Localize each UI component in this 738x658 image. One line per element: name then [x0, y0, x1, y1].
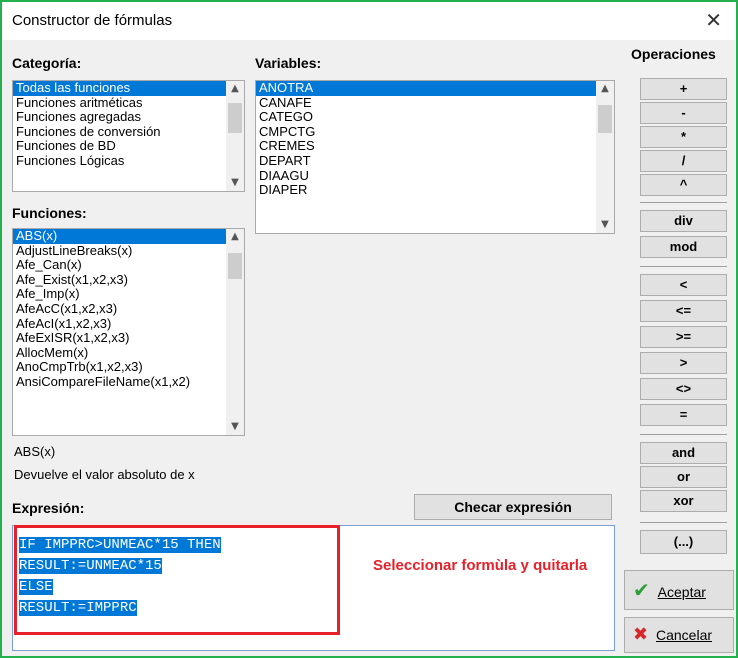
- annotation-highlight-box: [14, 525, 340, 635]
- function-signature: ABS(x): [14, 444, 56, 459]
- function-description: Devuelve el valor absoluto de x: [14, 467, 195, 482]
- accept-label: Aceptar: [657, 584, 706, 600]
- categoria-list-item[interactable]: Todas las funciones: [13, 81, 244, 96]
- funciones-list-item[interactable]: AdjustLineBreaks(x): [13, 243, 244, 259]
- categoria-label: Categoría:: [12, 55, 82, 71]
- cancel-button[interactable]: ✖ Cancelar: [624, 617, 734, 653]
- scroll-up-icon[interactable]: ▲: [226, 81, 244, 97]
- scroll-up-icon[interactable]: ▲: [596, 81, 614, 97]
- funciones-list-item[interactable]: AfeAcC(x1,x2,x3): [13, 301, 244, 317]
- categoria-list-item[interactable]: Funciones agregadas: [13, 110, 244, 125]
- operator-button[interactable]: >=: [640, 326, 727, 348]
- operator-button[interactable]: div: [640, 210, 727, 232]
- variables-list-item[interactable]: CATEGO: [256, 110, 614, 125]
- variables-list-item[interactable]: DEPART: [256, 153, 614, 169]
- operator-button[interactable]: =: [640, 404, 727, 426]
- funciones-label: Funciones:: [12, 205, 87, 221]
- variables-list-item[interactable]: CANAFE: [256, 95, 614, 111]
- variables-list-item[interactable]: ANOTRA: [256, 81, 614, 96]
- operations-separator: [640, 202, 727, 203]
- funciones-list-item[interactable]: AnsiCompareFileName(x1,x2): [13, 374, 244, 390]
- funciones-list-item[interactable]: AllocMem(x): [13, 345, 244, 361]
- operator-button[interactable]: <: [640, 274, 727, 296]
- variables-scrollbar[interactable]: ▲ ▼: [596, 81, 614, 233]
- expresion-label: Expresión:: [12, 500, 85, 516]
- operations-separator: [640, 522, 727, 523]
- operator-button[interactable]: <=: [640, 300, 727, 322]
- operator-button[interactable]: *: [640, 126, 727, 148]
- operator-button[interactable]: /: [640, 150, 727, 172]
- scroll-down-icon[interactable]: ▼: [596, 217, 614, 233]
- operator-button[interactable]: ^: [640, 174, 727, 196]
- operator-button[interactable]: <>: [640, 378, 727, 400]
- categoria-list-item[interactable]: Funciones de BD: [13, 139, 244, 154]
- cancel-icon: ✖: [633, 624, 649, 645]
- scroll-down-icon[interactable]: ▼: [226, 175, 244, 191]
- categoria-listbox[interactable]: Todas las funciones Funciones aritméticas…: [12, 80, 245, 192]
- funciones-list-item[interactable]: Afe_Imp(x): [13, 287, 244, 302]
- annotation-text: Seleccionar formùla y quitarla: [373, 557, 588, 574]
- funciones-list-item[interactable]: AfeExISR(x1,x2,x3): [13, 331, 244, 346]
- funciones-listbox[interactable]: ABS(x) AdjustLineBreaks(x) Afe_Can(x) Afe_E…: [12, 228, 245, 436]
- operator-button[interactable]: -: [640, 102, 727, 124]
- operator-button[interactable]: xor: [640, 490, 727, 512]
- operator-button[interactable]: mod: [640, 236, 727, 258]
- scroll-down-icon[interactable]: ▼: [226, 419, 244, 435]
- variables-list-item[interactable]: CMPCTG: [256, 124, 614, 140]
- scroll-up-icon[interactable]: ▲: [226, 229, 244, 245]
- operaciones-label: Operaciones: [631, 46, 716, 62]
- categoria-scrollbar[interactable]: ▲ ▼: [226, 81, 244, 191]
- funciones-list-item[interactable]: ABS(x): [13, 229, 244, 244]
- funciones-scrollbar[interactable]: ▲ ▼: [226, 229, 244, 435]
- scroll-thumb[interactable]: [228, 253, 242, 279]
- operator-button[interactable]: +: [640, 78, 727, 100]
- scroll-thumb[interactable]: [228, 103, 242, 133]
- funciones-list-item[interactable]: AfeAcI(x1,x2,x3): [13, 316, 244, 332]
- cancel-label: Cancelar: [655, 627, 713, 643]
- funciones-list-item[interactable]: Afe_Can(x): [13, 258, 244, 273]
- title-bar: Constructor de fórmulas ✕: [2, 2, 736, 40]
- variables-list-item[interactable]: CREMES: [256, 139, 614, 154]
- accept-button[interactable]: ✔ Aceptar: [624, 570, 734, 610]
- operator-button[interactable]: (...): [640, 530, 727, 554]
- categoria-list-item[interactable]: Funciones de conversión: [13, 124, 244, 140]
- check-icon: ✔: [633, 578, 650, 602]
- formula-builder-window: Constructor de fórmulas ✕ Categoría: Tod…: [0, 0, 738, 658]
- check-expression-button[interactable]: Checar expresión: [414, 494, 612, 520]
- variables-list-item[interactable]: DIAPER: [256, 183, 614, 198]
- funciones-list-item[interactable]: Afe_Exist(x1,x2,x3): [13, 272, 244, 288]
- scroll-thumb[interactable]: [598, 105, 612, 133]
- operations-separator: [640, 266, 727, 267]
- variables-label: Variables:: [255, 55, 322, 71]
- operations-separator: [640, 434, 727, 435]
- categoria-list-item[interactable]: Funciones aritméticas: [13, 95, 244, 111]
- window-title: Constructor de fórmulas: [12, 12, 173, 29]
- variables-listbox[interactable]: ANOTRA CANAFE CATEGO CMPCTG CREMES DEPART DIAA…: [255, 80, 615, 234]
- operator-button[interactable]: >: [640, 352, 727, 374]
- categoria-list-item[interactable]: Funciones Lógicas: [13, 153, 244, 169]
- operator-button[interactable]: or: [640, 466, 727, 488]
- variables-list-item[interactable]: DIAAGU: [256, 168, 614, 184]
- close-icon[interactable]: ✕: [705, 8, 722, 32]
- funciones-list-item[interactable]: AnoCmpTrb(x1,x2,x3): [13, 360, 244, 375]
- operator-button[interactable]: and: [640, 442, 727, 464]
